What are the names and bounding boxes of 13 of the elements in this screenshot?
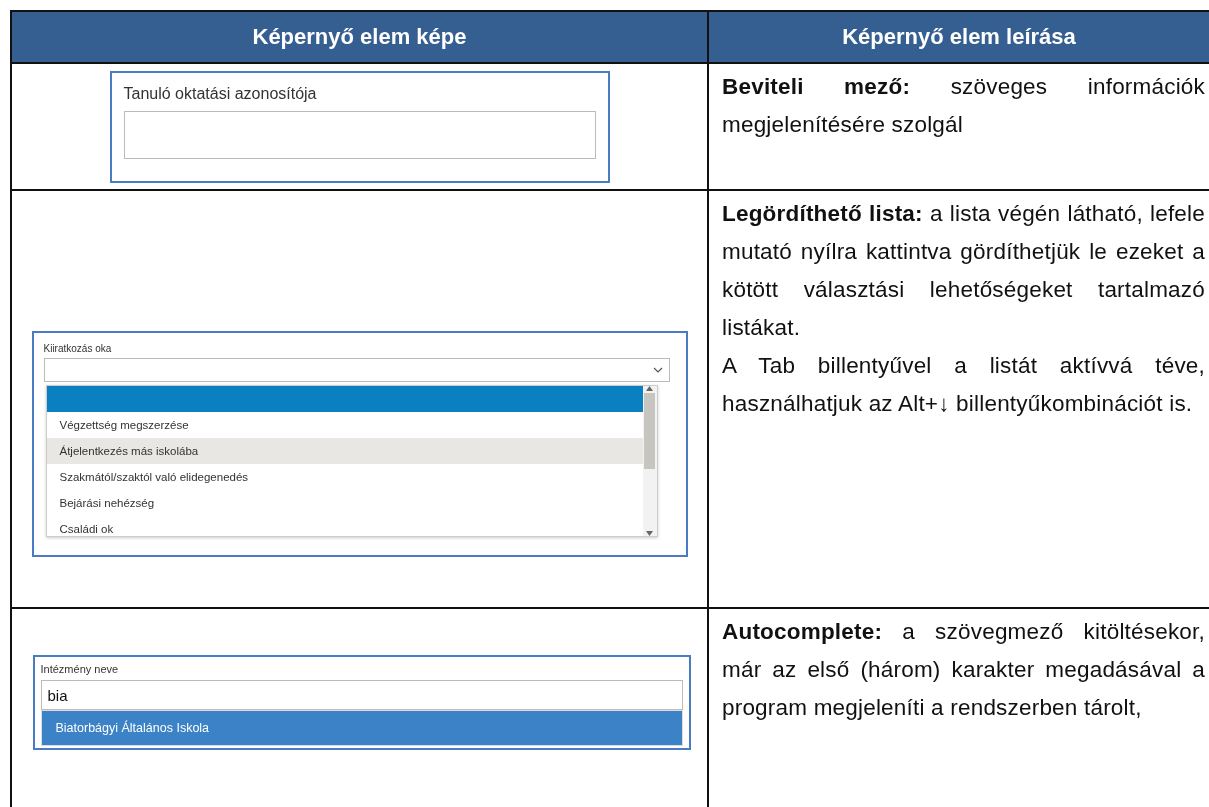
description-text: A Tab billentyűvel a listát aktívvá téve, használhatjuk az Alt+↓ billentyűkombinációt is. [722, 352, 1205, 418]
list-option[interactable]: Családi ok [46, 516, 643, 536]
column-header: Képernyő elem képe [12, 12, 709, 64]
description-text: Beviteli mező: szöveges információk megjelenítésére szolgál [722, 73, 1205, 139]
description-text: Legördíthető lista: a lista végén látható, lefele mutató nyílra kattintva gördíthetjük le ezeket a kötött választási lehetőségeket tartalmazó listákat. [722, 200, 1205, 342]
field-label: Tanuló oktatási azonosítója [123, 84, 318, 103]
column-header: Képernyő elem leírása [709, 12, 1209, 64]
input-field[interactable]: bia [40, 680, 683, 710]
field-label: Intézmény neve [40, 663, 120, 675]
list-option[interactable]: Átjelentkezés más iskolába [46, 438, 643, 464]
field-label: Kiiratkozás oka [43, 343, 113, 354]
description-text: Autocomplete: a szövegmező kitöltésekor, már az első (három) karakter megadásával a program megjeleníti a rendszerben tárolt, [722, 618, 1205, 722]
suggestion-item[interactable]: Biatorbágyi Általános Iskola [40, 710, 683, 746]
